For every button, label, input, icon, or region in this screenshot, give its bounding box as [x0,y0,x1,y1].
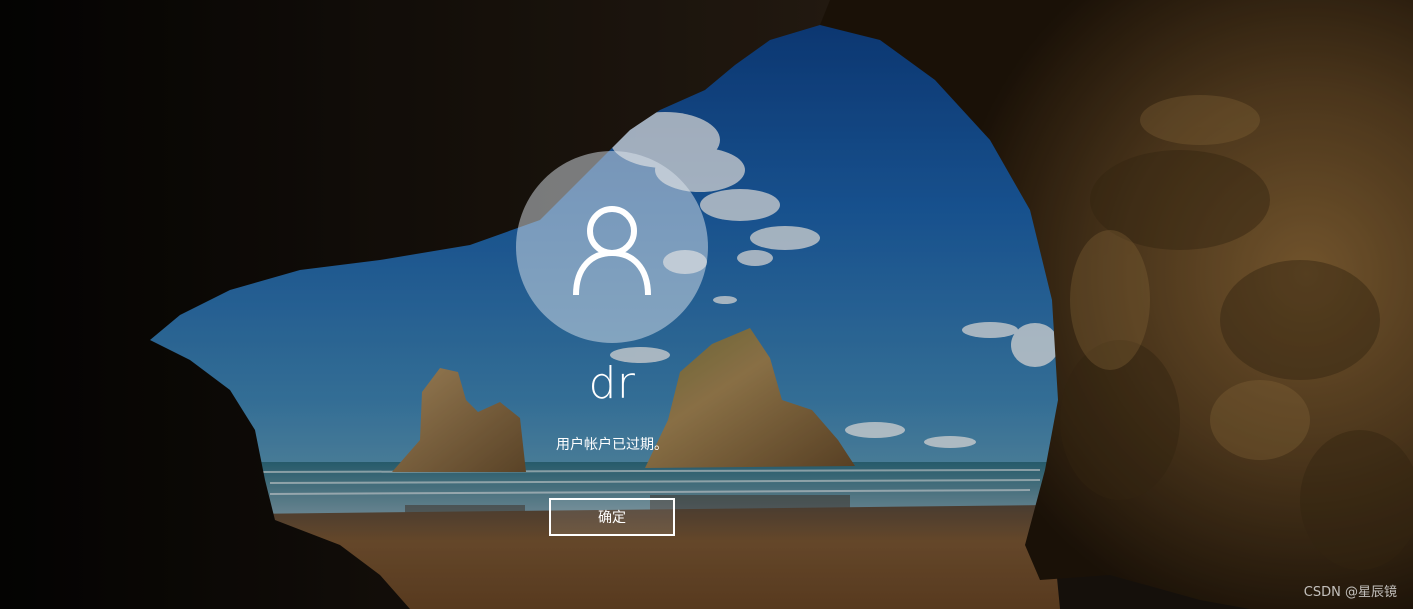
username-label: dr [588,358,636,409]
user-avatar [516,151,708,343]
account-expired-message: 用户帐户已过期。 [556,437,668,453]
background-image [0,0,1413,609]
watermark-text: CSDN @星辰镜 [1303,585,1397,600]
user-icon [573,206,651,296]
ok-button[interactable]: 确定 [549,498,675,536]
lock-screen: dr 用户帐户已过期。 确定 CSDN @星辰镜 [0,0,1413,609]
